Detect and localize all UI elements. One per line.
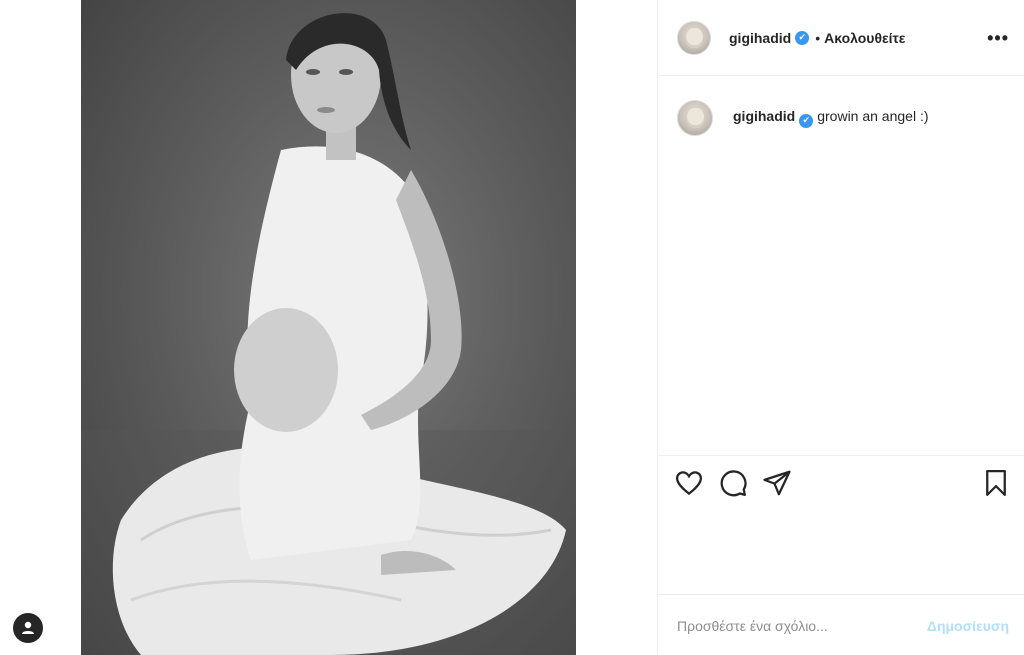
header-username[interactable]: gigihadid <box>729 30 791 46</box>
comments-section: gigihadid ✔ growin an angel :) <box>658 77 1024 454</box>
comment-bar: Δημοσίευση <box>658 596 1024 655</box>
bookmark-icon[interactable] <box>981 468 1011 498</box>
caption-username[interactable]: gigihadid <box>733 108 795 124</box>
media-area <box>0 0 657 655</box>
caption-verified-badge-icon: ✔ <box>799 113 814 128</box>
post-photo[interactable] <box>81 0 576 655</box>
post-details-panel: gigihadid ✔ • Ακολουθείτε ••• gigihadid ✔… <box>657 0 1024 655</box>
avatar[interactable] <box>677 20 711 55</box>
caption-body: growin an angel :) <box>817 108 929 125</box>
user-icon <box>22 621 34 634</box>
photo-illustration <box>81 13 576 655</box>
separator-dot: • <box>815 29 821 46</box>
heart-icon[interactable] <box>674 468 704 498</box>
more-options-icon[interactable]: ••• <box>987 28 1009 49</box>
post-header: gigihadid ✔ • Ακολουθείτε ••• <box>658 0 1024 76</box>
following-button[interactable]: Ακολουθείτε <box>824 30 905 46</box>
comment-input[interactable] <box>677 617 927 634</box>
caption-text: gigihadid ✔ growin an angel :) <box>733 108 929 128</box>
paper-plane-icon[interactable] <box>762 468 792 498</box>
caption-avatar[interactable] <box>677 100 713 136</box>
caption-row: gigihadid ✔ growin an angel :) <box>677 100 929 136</box>
action-bar <box>658 455 1024 595</box>
comment-bubble-icon[interactable] <box>718 468 748 498</box>
profile-button[interactable] <box>13 613 43 643</box>
verified-badge-icon: ✔ <box>795 30 810 45</box>
post-comment-button[interactable]: Δημοσίευση <box>927 618 1009 634</box>
